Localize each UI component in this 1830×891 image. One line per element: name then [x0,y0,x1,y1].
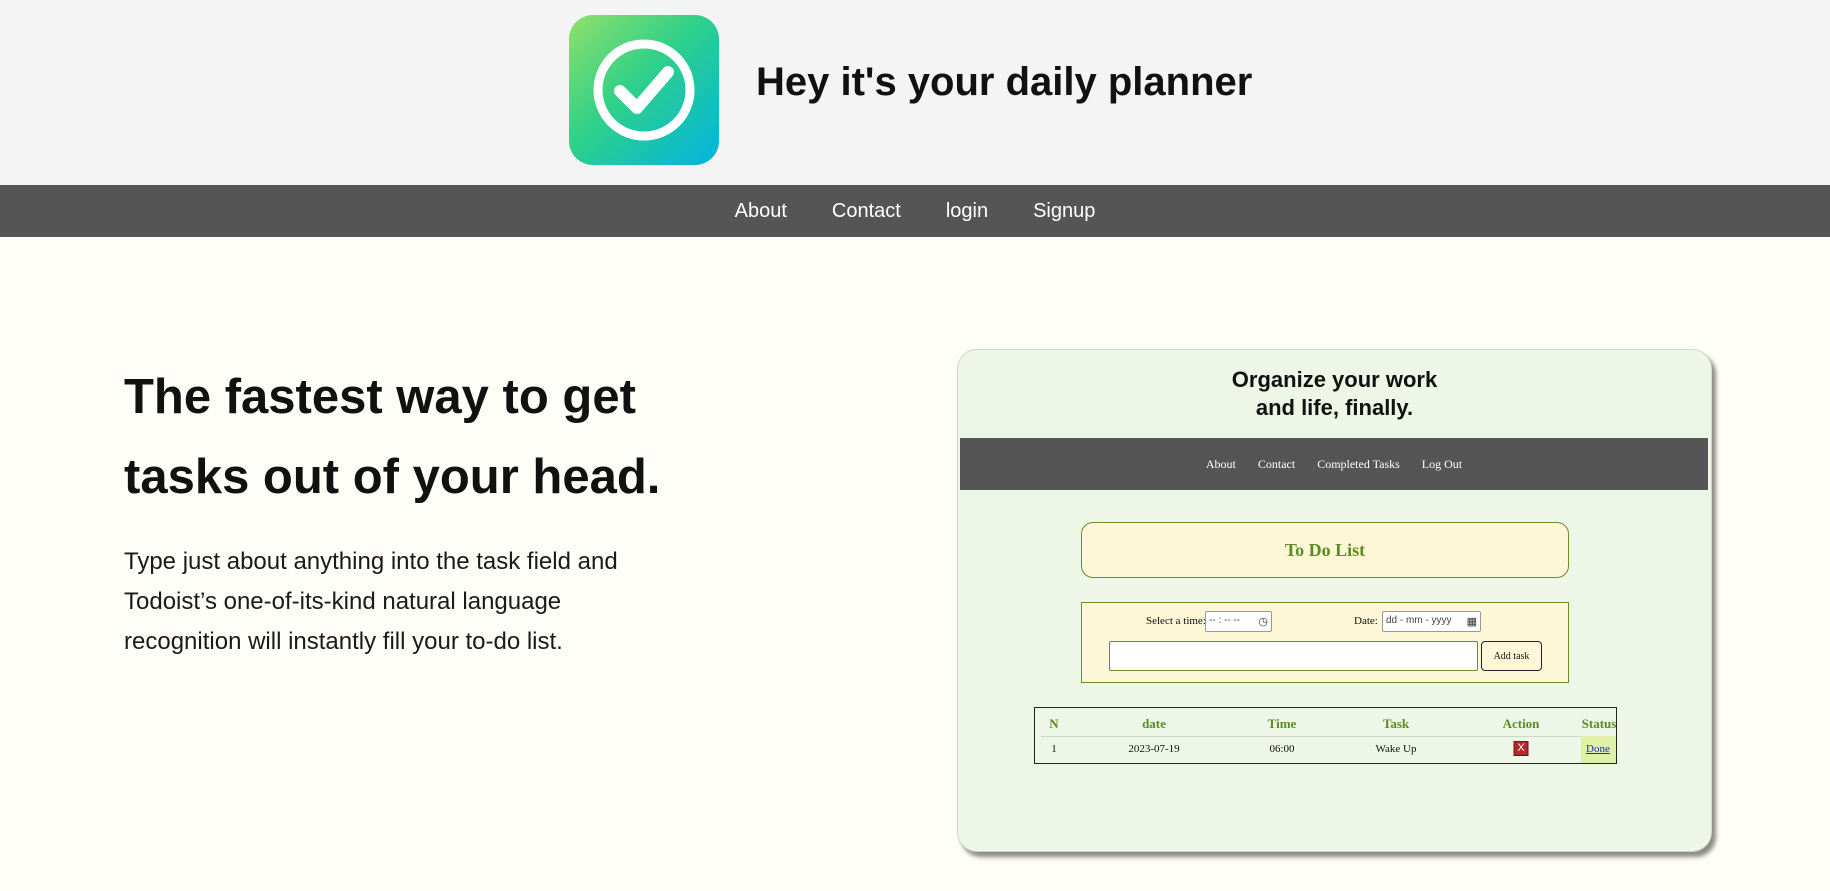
cell-time: 06:00 [1269,743,1295,755]
col-header-task: Task [1382,716,1410,731]
preview-nav-contact[interactable]: Contact [1258,457,1295,472]
preview-nav-about[interactable]: About [1206,457,1236,472]
cell-date: 2023-07-19 [1128,743,1180,755]
cell-n: 1 [1051,743,1057,755]
nav-signup-link[interactable]: Signup [1033,200,1095,223]
col-header-status: Status [1581,716,1617,731]
hero-headline: The fastest way to get tasks out of your… [124,370,661,504]
time-placeholder: -- : -- -- [1209,615,1241,626]
nav-login-link[interactable]: login [946,200,988,223]
date-input[interactable]: dd - mm - yyyy ▦ [1382,611,1481,632]
preview-title-line-2: and life, finally. [1255,395,1414,420]
add-task-button[interactable]: Add task [1481,641,1542,671]
task-table: N date Time Task Action Status 1 2023-07… [1034,707,1617,764]
time-label: Select a time: [1146,615,1206,627]
preview-nav-log-out[interactable]: Log Out [1422,457,1462,472]
preview-title-line-1: Organize your work [1231,367,1438,392]
col-header-n: N [1049,716,1059,731]
hero-section: The fastest way to get tasks out of your… [0,237,1830,891]
app-preview-screenshot: Organize your work and life, finally. Ab… [957,349,1712,852]
date-label: Date: [1354,615,1378,627]
site-header: Hey it's your daily planner [0,0,1830,185]
preview-nav-completed-tasks[interactable]: Completed Tasks [1317,457,1400,472]
todo-list-heading: To Do List [1081,522,1569,578]
mark-done-link[interactable]: Done [1586,743,1610,755]
add-task-form: Select a time: -- : -- -- ◷ Date: dd - m… [1081,602,1569,683]
cell-task: Wake Up [1375,743,1417,755]
main-nav: About Contact login Signup [0,185,1830,237]
hero-description: Type just about anything into the task f… [124,548,618,655]
date-placeholder: dd - mm - yyyy [1386,615,1452,626]
preview-nav: About Contact Completed Tasks Log Out [960,438,1708,490]
nav-contact-link[interactable]: Contact [832,200,901,223]
task-input[interactable] [1109,641,1478,671]
table-divider [1041,736,1610,737]
site-title: Hey it's your daily planner [756,60,1253,104]
calendar-icon: ▦ [1466,616,1477,628]
col-header-time: Time [1267,716,1297,731]
clock-icon: ◷ [1258,616,1268,628]
nav-about-link[interactable]: About [735,200,787,223]
time-input[interactable]: -- : -- -- ◷ [1205,611,1272,632]
col-header-action: Action [1502,716,1540,731]
delete-task-button[interactable]: X [1513,741,1529,756]
check-circle-icon [569,15,719,165]
col-header-date: date [1142,716,1166,731]
preview-title: Organize your work and life, finally. [958,366,1711,422]
status-cell: Done [1581,736,1616,763]
